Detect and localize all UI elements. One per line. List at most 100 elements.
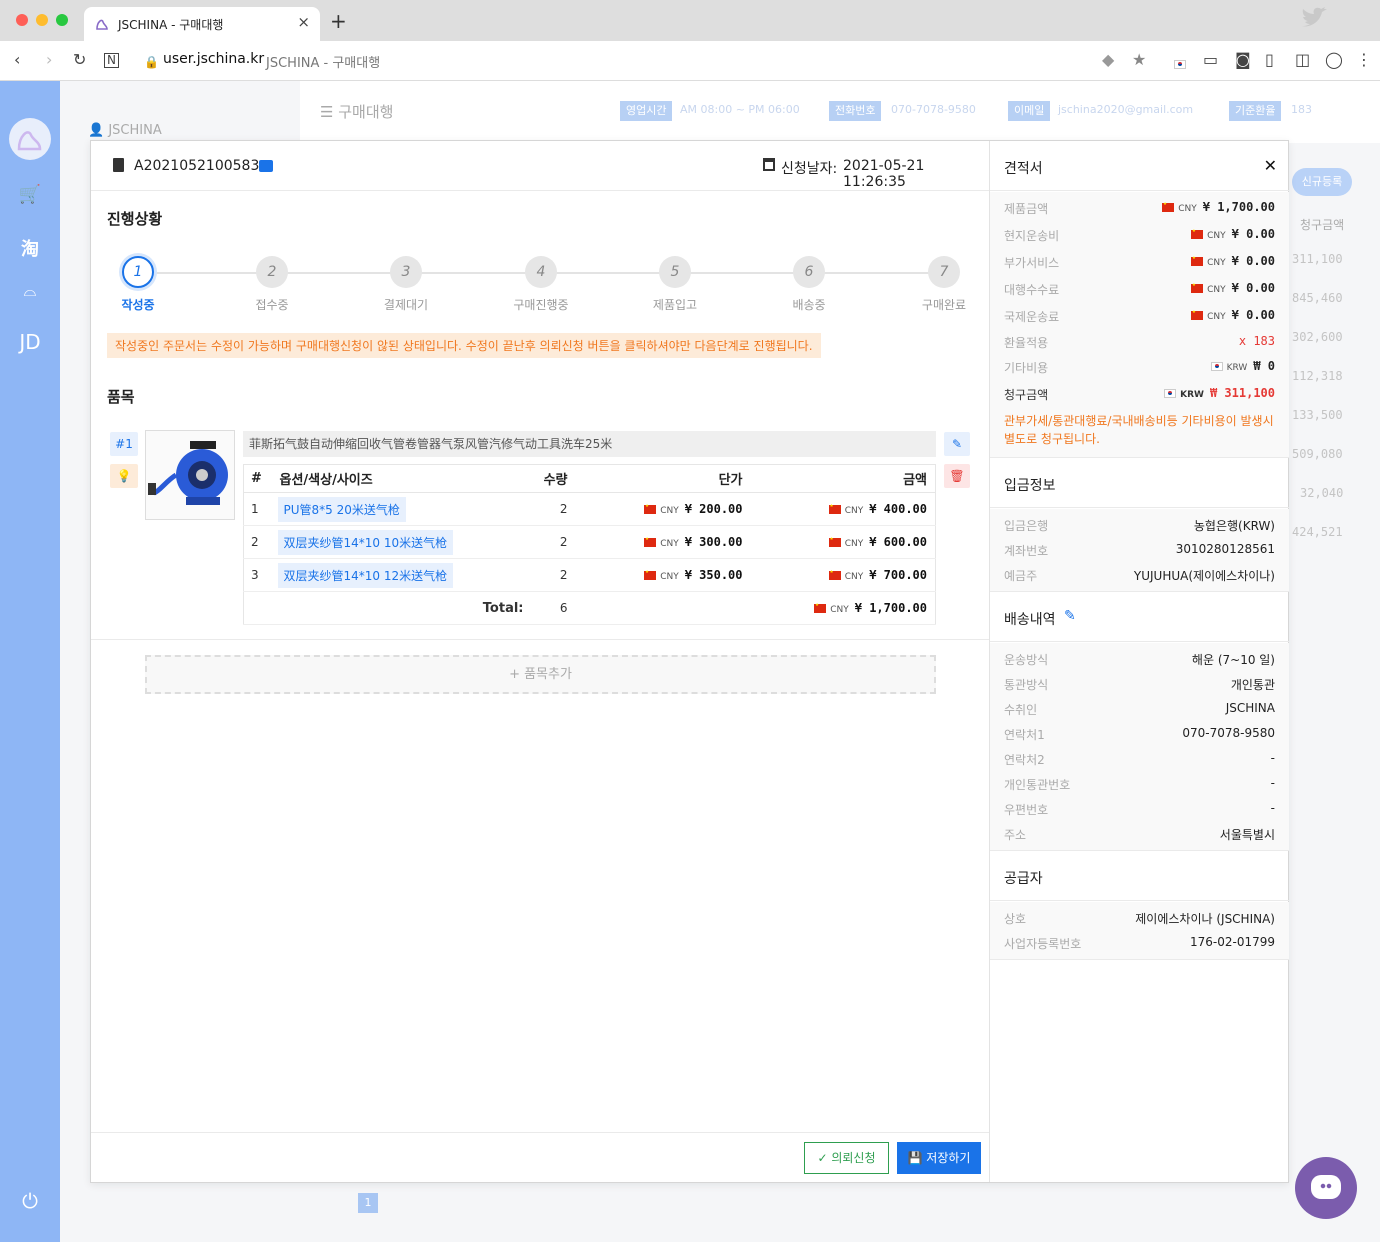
shipping-value: - — [1270, 751, 1275, 765]
deposit-value: YUJUHUA(제이에스차이나) — [1133, 569, 1275, 583]
new-register-button[interactable]: 신규등록 — [1292, 168, 1352, 196]
row-amount-cell: CNY ¥ 400.00 — [750, 492, 936, 526]
quote-total-value: KRW ₩ 311,100 — [1164, 386, 1275, 400]
pagination-page[interactable]: 1 — [358, 1193, 378, 1213]
row-unit-cell: CNY ¥ 300.00 — [567, 525, 751, 559]
1688-icon[interactable]: ⌓ — [0, 281, 60, 301]
minimize-window-button[interactable] — [36, 14, 48, 26]
option-tag[interactable]: 双层夹纱管14*10 12米送气枪 — [277, 562, 454, 588]
quote-amount: ¥ 0.00 — [1231, 308, 1275, 322]
table-row[interactable]: 2双层夹纱管14*10 10米送气枪2CNY¥ 300.00CNY¥ 600.0… — [243, 525, 936, 559]
chat-button[interactable] — [1295, 1157, 1357, 1219]
currency-code: CNY — [844, 506, 864, 516]
hours-value: AM 08:00 ~ PM 06:00 — [680, 103, 800, 116]
add-item-button[interactable]: + 품목추가 — [145, 655, 936, 694]
close-window-button[interactable] — [16, 14, 28, 26]
status-notice: 작성중인 주문서는 수정이 가능하며 구매대행신청이 않된 상태입니다. 수정이… — [107, 333, 821, 358]
video-icon[interactable]: ▭ — [1203, 50, 1218, 70]
hose-reel-image — [148, 441, 228, 505]
save-button[interactable]: 💾 저장하기 — [897, 1142, 981, 1174]
tab-title: JSCHINA - 구매대행 — [118, 18, 224, 32]
row-amount-cell: CNY ¥ 600.00 — [750, 525, 936, 559]
quote-row: 제품금액 CNY ¥ 1,700.00 — [1004, 200, 1275, 220]
currency-code: CNY — [1207, 285, 1226, 295]
lightbulb-icon[interactable]: 💡 — [110, 464, 138, 488]
background-user-name: JSCHINA — [108, 123, 162, 138]
shipping-label: 우편번호 — [1004, 803, 1049, 817]
progress-step: 4 구매진행중 — [496, 256, 586, 313]
date-value: 2021-05-21 11:26:35 — [843, 158, 925, 190]
options-table-header: # 옵션/색상/사이즈 수량 단가 금액 — [243, 464, 936, 493]
jd-icon[interactable]: JD — [0, 330, 60, 354]
deposit-label: 입금은행 — [1004, 519, 1049, 533]
taobao-icon[interactable]: 淘 — [0, 235, 60, 261]
camera-icon[interactable]: ◙ — [1235, 50, 1251, 70]
china-flag-icon — [644, 502, 657, 514]
print-icon[interactable] — [259, 160, 273, 172]
option-tag[interactable]: 双层夹纱管14*10 10米送气枪 — [277, 529, 454, 555]
sidebar-toggle-icon[interactable]: ◫ — [1295, 50, 1310, 70]
edit-item-button[interactable]: ✎ — [944, 432, 970, 456]
items-title: 품목 — [107, 388, 135, 406]
progress-step: 3 결제대기 — [361, 256, 451, 313]
quote-label: 부가서비스 — [1004, 256, 1060, 270]
shield-icon[interactable]: ◆ — [1102, 50, 1114, 70]
currency-code: CNY — [844, 572, 864, 582]
quote-row: 현지운송비 CNY ¥ 0.00 — [1004, 227, 1275, 247]
unit-price-value: ¥ 350.00 — [684, 568, 743, 582]
table-row[interactable]: 3双层夹纱管14*10 12米送气枪 2 CNY ¥ 350.00 CNY ¥ 700.0… — [243, 558, 936, 592]
order-header: A2021052100583 신청날자: 2021-05-21 11:26:35 — [91, 141, 989, 191]
maximize-window-button[interactable] — [56, 14, 68, 26]
url-host[interactable]: user.jschina.kr — [163, 51, 264, 67]
step-label: 구매완료 — [921, 298, 967, 312]
shipping-row: 개인통관번호 - — [1004, 776, 1275, 796]
product-name[interactable]: 菲斯拓气鼓自动伸缩回收气管卷管器气泵风管汽修气动工具洗车25米 — [243, 431, 936, 457]
quote-other-row: 기타비용 KRW ₩ 0 — [1004, 359, 1275, 379]
phone-label: 전화번호 — [829, 101, 882, 121]
reader-icon[interactable]: ▯ — [1265, 50, 1274, 70]
china-flag-icon — [828, 502, 841, 514]
table-row[interactable]: 1PU管8*5 20米送气枪 2 CNY ¥ 200.00 CNY ¥ 400.00 — [243, 492, 936, 526]
close-icon[interactable]: ✕ — [1264, 156, 1277, 175]
product-image[interactable] — [145, 430, 235, 520]
row-unit-cell: CNY ¥ 350.00 — [567, 558, 751, 592]
flag-extension-icon[interactable] — [1174, 53, 1190, 73]
forward-icon[interactable]: › — [46, 50, 52, 70]
notion-icon[interactable]: N — [104, 53, 119, 68]
request-button[interactable]: ✓ 의뢰신청 — [804, 1142, 889, 1174]
menu-icon[interactable]: ⋮ — [1356, 50, 1372, 70]
shipping-value: 개인통관 — [1230, 678, 1275, 692]
power-icon[interactable]: ⏻ — [0, 1189, 60, 1213]
back-icon[interactable]: ‹ — [14, 50, 20, 70]
edit-shipping-icon[interactable]: ✎ — [1064, 608, 1076, 624]
profile-icon[interactable]: ◯ — [1325, 50, 1343, 70]
supplier-row: 상호 제이에스차이나 (JSCHINA) — [1004, 910, 1275, 930]
currency-code: CNY — [660, 572, 679, 582]
options-table: # 옵션/색상/사이즈 수량 단가 금액 1PU管8*5 20米送气枪 2 CNY ¥… — [243, 464, 936, 625]
row-qty: 2 — [527, 492, 568, 526]
deposit-label: 예금주 — [1004, 569, 1038, 583]
new-tab-button[interactable]: + — [330, 11, 347, 31]
shipping-value: 070-7078-9580 — [1182, 726, 1275, 740]
step-number: 1 — [122, 256, 154, 288]
quote-row: 부가서비스 CNY ¥ 0.00 — [1004, 254, 1275, 274]
shipping-value: - — [1270, 801, 1275, 815]
jschina-logo-icon — [96, 19, 108, 30]
reload-icon[interactable]: ↻ — [73, 50, 86, 70]
cart-icon[interactable]: 🛒 — [0, 184, 60, 205]
quote-amount: ¥ 0.00 — [1231, 281, 1275, 295]
quote-amount: ¥ 0.00 — [1231, 254, 1275, 268]
browser-tab[interactable]: JSCHINA - 구매대행 × — [84, 7, 320, 41]
shipping-label: 주소 — [1004, 828, 1027, 842]
background-value: 424,521 — [1292, 525, 1343, 539]
col-option: 옵션/색상/사이즈 — [277, 464, 528, 493]
unit-price: CNY ¥ 350.00 — [644, 568, 743, 582]
delete-item-button[interactable]: 🗑 — [944, 464, 970, 488]
app-logo[interactable] — [9, 118, 51, 160]
bookmark-star-icon[interactable]: ★ — [1132, 50, 1146, 70]
total-label: Total: — [243, 591, 528, 625]
close-tab-icon[interactable]: × — [297, 13, 310, 31]
option-tag[interactable]: PU管8*5 20米送气枪 — [277, 496, 406, 522]
china-flag-icon — [828, 535, 841, 547]
shipping-value: 서울특별시 — [1219, 828, 1275, 842]
